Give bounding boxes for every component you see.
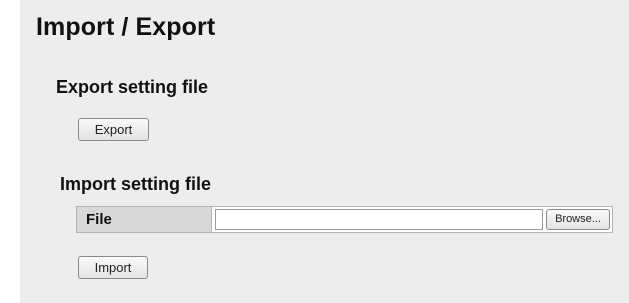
browse-button[interactable]: Browse...: [546, 209, 610, 230]
import-export-panel: Import / Export Export setting file Expo…: [20, 0, 629, 303]
import-section-title: Import setting file: [60, 174, 212, 194]
import-button[interactable]: Import: [78, 256, 148, 279]
file-row: File Browse...: [76, 206, 613, 233]
export-section-title: Export setting file: [56, 77, 209, 97]
file-label: File: [77, 207, 212, 232]
export-button[interactable]: Export: [78, 118, 149, 141]
file-path-field[interactable]: [215, 209, 543, 230]
page-title: Import / Export: [36, 13, 216, 41]
